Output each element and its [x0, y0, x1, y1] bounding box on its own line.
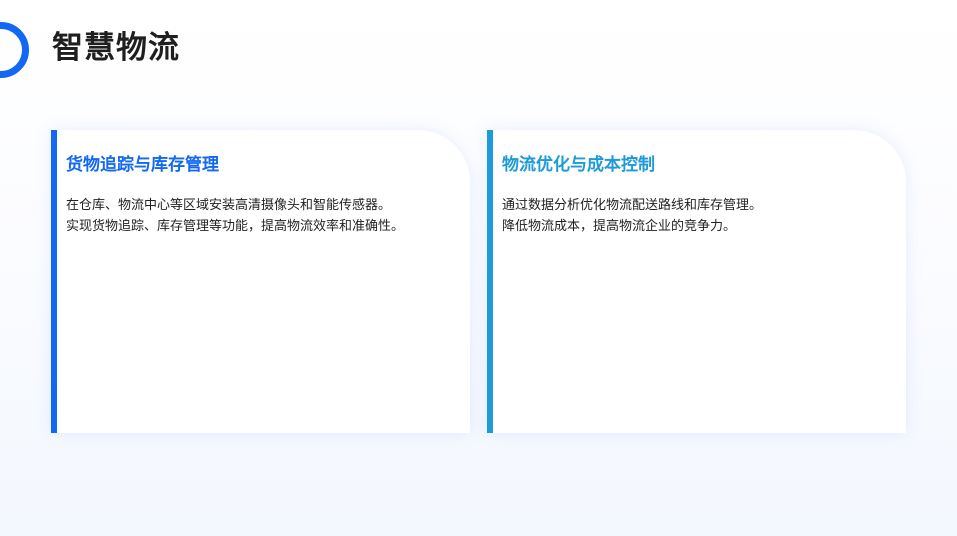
decorative-ring — [0, 22, 29, 78]
page-title: 智慧物流 — [52, 30, 180, 66]
card-cargo-tracking: 货物追踪与库存管理 在仓库、物流中心等区域安装高清摄像头和智能传感器。 实现货物… — [51, 130, 470, 433]
card-title: 物流优化与成本控制 — [502, 155, 655, 175]
card-description-line: 实现货物追踪、库存管理等功能，提高物流效率和准确性。 — [66, 219, 405, 234]
card-description: 在仓库、物流中心等区域安装高清摄像头和智能传感器。 实现货物追踪、库存管理等功能… — [66, 195, 458, 237]
card-description-line: 降低物流成本，提高物流企业的竞争力。 — [502, 219, 737, 234]
card-description-line: 通过数据分析优化物流配送路线和库存管理。 — [502, 198, 763, 213]
card-description: 通过数据分析优化物流配送路线和库存管理。 降低物流成本，提高物流企业的竞争力。 — [502, 195, 894, 237]
card-description-line: 在仓库、物流中心等区域安装高清摄像头和智能传感器。 — [66, 198, 392, 213]
card-logistics-optimization: 物流优化与成本控制 通过数据分析优化物流配送路线和库存管理。 降低物流成本，提高… — [487, 130, 906, 433]
card-title: 货物追踪与库存管理 — [66, 155, 219, 175]
